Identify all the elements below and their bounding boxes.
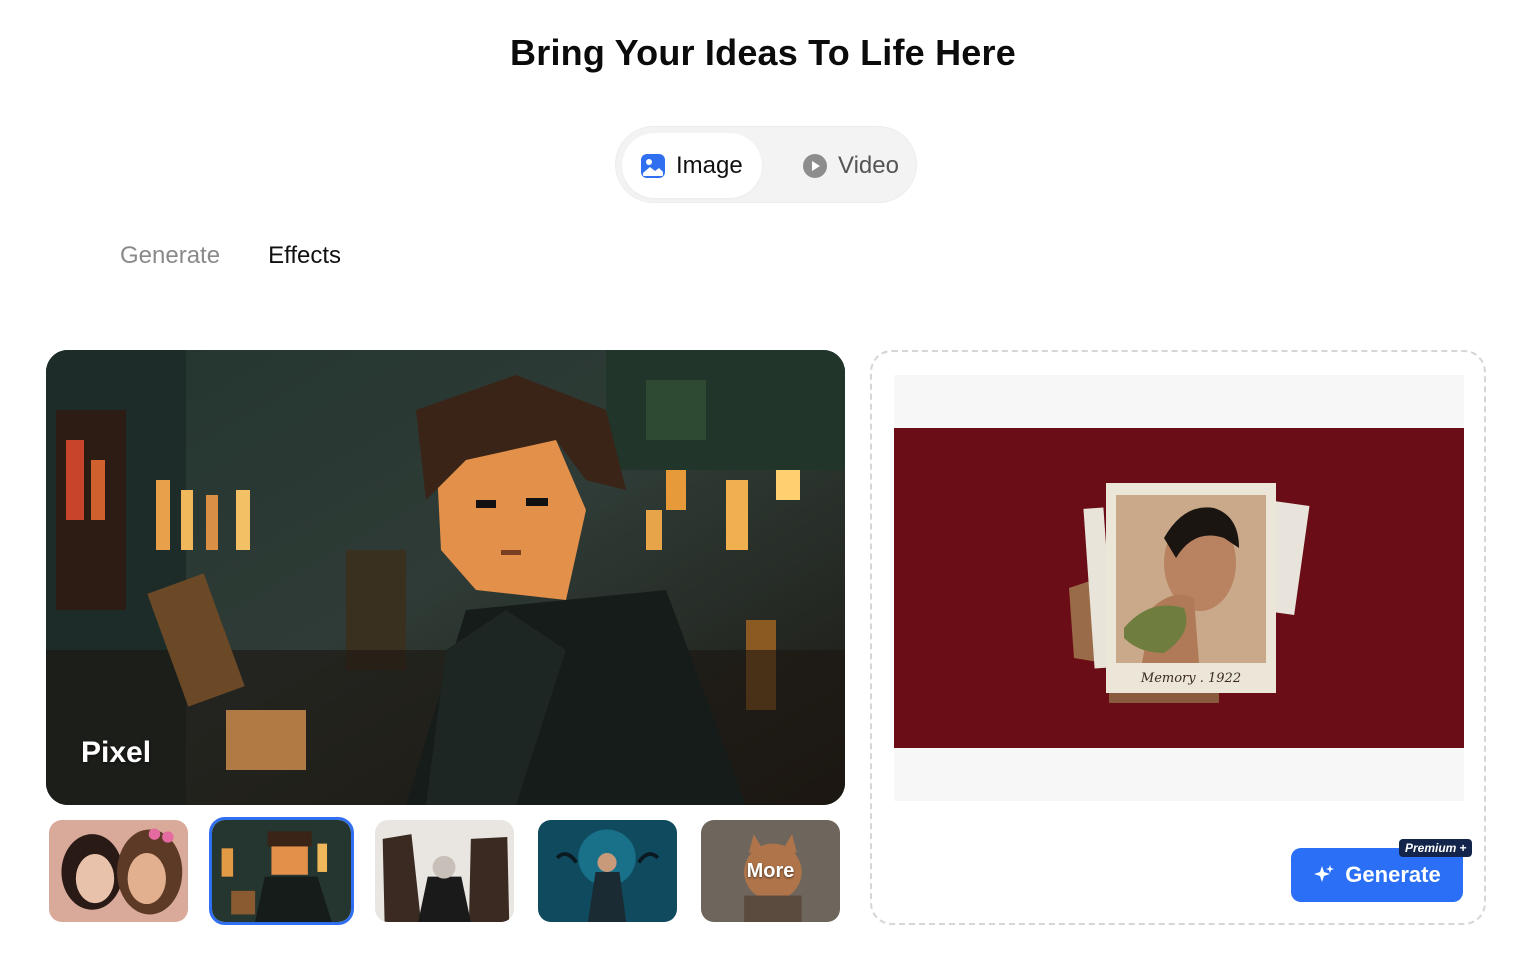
- mode-image-button[interactable]: Image: [622, 133, 762, 198]
- tab-generate[interactable]: Generate: [120, 242, 220, 270]
- premium-plus: +: [1459, 841, 1467, 855]
- premium-label: Premium: [1405, 841, 1457, 855]
- generate-label: Generate: [1345, 862, 1441, 887]
- mode-switch: Image Video: [615, 126, 917, 203]
- more-label: More: [746, 859, 795, 882]
- preview-image: Memory . 1922: [894, 428, 1464, 748]
- preview-caption: Memory . 1922: [1140, 671, 1241, 686]
- subtabs: Generate Effects: [120, 242, 341, 270]
- thumbnail-blue-monster[interactable]: [535, 817, 680, 925]
- thumbnail-pixel-boy[interactable]: [209, 817, 354, 925]
- sparkle-icon: [1313, 864, 1335, 886]
- mode-video-label: Video: [838, 151, 899, 179]
- tab-effects[interactable]: Effects: [268, 242, 341, 270]
- preview-panel: Memory . 1922 Generate Premium +: [870, 350, 1486, 925]
- thumbnail-dark-creatures[interactable]: [372, 817, 517, 925]
- thumbnail-couple-selfie[interactable]: [46, 817, 191, 925]
- image-icon: [640, 153, 666, 179]
- page-title: Bring Your Ideas To Life Here: [510, 32, 1016, 73]
- thumbnail-more[interactable]: More: [698, 817, 843, 925]
- mode-video-button[interactable]: Video: [784, 133, 912, 198]
- preview-area: Memory . 1922: [894, 375, 1464, 801]
- play-circle-icon: [802, 153, 828, 179]
- mode-image-label: Image: [676, 151, 743, 179]
- effect-thumbnail-strip: More: [46, 817, 843, 925]
- effect-hero-image: Pixel: [46, 350, 845, 805]
- effect-name-label: Pixel: [81, 736, 152, 769]
- premium-badge: Premium +: [1399, 839, 1473, 857]
